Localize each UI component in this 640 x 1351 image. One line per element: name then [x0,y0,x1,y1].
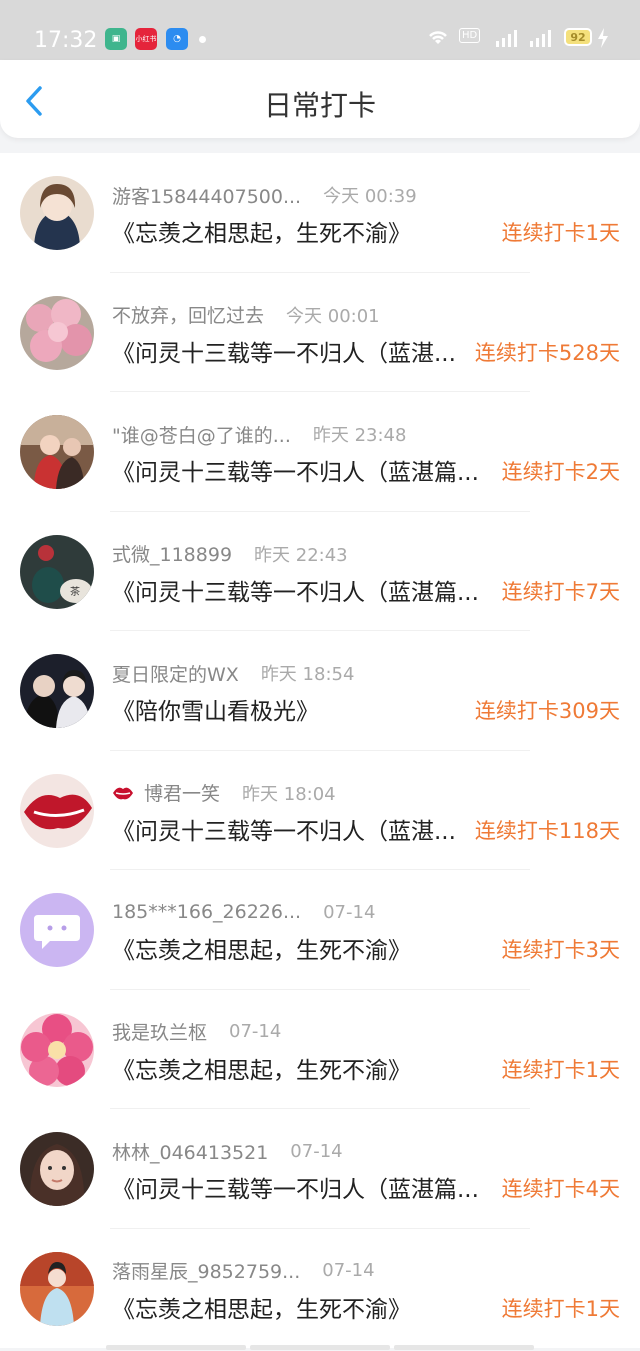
checkin-content[interactable]: 《陪你雪山看极光》 [112,692,319,726]
svg-text:茶: 茶 [70,585,80,598]
checkin-content[interactable]: 《问灵十三载等一不归人（蓝湛... [112,812,456,846]
wifi-icon [426,28,450,50]
user-line: "谁@苍白@了谁的... 昨天 23:48 [112,421,406,447]
timestamp: 07-14 [290,1140,343,1162]
list-item[interactable]: 185***166_26226... 07-14 《忘羡之相思起，生死不渝》 连… [0,870,640,990]
browser-icon: ◔ [166,28,188,50]
avatar[interactable] [20,893,94,967]
avatar[interactable] [20,1012,94,1087]
username[interactable]: 我是玖兰枢 [112,1018,207,1045]
streak-label: 连续打卡528天 [474,340,620,365]
list-item[interactable]: 落雨星辰_9852759... 07-14 《忘羡之相思起，生死不渝》 连续打卡… [0,1229,640,1349]
username[interactable]: 游客15844407500... [112,182,301,209]
user-line: 落雨星辰_9852759... 07-14 [112,1258,375,1284]
status-time: 17:32 [34,28,98,53]
user-line: 式微_118899 昨天 22:43 [112,541,348,567]
bottom-tab-hint [106,1345,246,1350]
page-title: 日常打卡 [263,89,376,122]
streak-label: 连续打卡3天 [501,938,620,962]
checkin-content[interactable]: 《忘羡之相思起，生死不渝》 [112,1290,411,1324]
username[interactable]: 博君一笑 [144,779,220,806]
username[interactable]: 林林_046413521 [112,1138,268,1165]
checkin-content[interactable]: 《问灵十三载等一不归人（蓝湛篇... [112,573,479,607]
signal-icon [494,28,520,52]
xiaohongshu-icon: 小红书 [135,28,157,50]
timestamp: 07-14 [322,1260,375,1281]
streak-label: 连续打卡1天 [501,221,620,245]
username[interactable]: 落雨星辰_9852759... [112,1257,300,1284]
user-line: 不放弃，回忆过去 今天 00:01 [112,302,380,328]
checkin-content[interactable]: 《问灵十三载等一不归人（蓝湛... [112,334,456,368]
notification-dot [199,36,206,43]
timestamp: 07-14 [229,1021,282,1042]
status-bar: 17:32 ▣ 小红书 ◔ HD 92 [0,0,640,60]
timestamp: 昨天 23:48 [312,425,407,446]
avatar[interactable] [20,654,94,728]
avatar[interactable] [20,415,94,489]
list-item[interactable]: 不放弃，回忆过去 今天 00:01 《问灵十三载等一不归人（蓝湛... 连续打卡… [0,273,640,392]
list-item[interactable]: 博君一笑 昨天 18:04 《问灵十三载等一不归人（蓝湛... 连续打卡118天 [0,751,640,870]
streak-label: 连续打卡4天 [501,1177,620,1201]
battery-icon: 92 [564,28,592,46]
app-notification-icon: ▣ [105,28,127,50]
user-line: 林林_046413521 07-14 [112,1138,343,1164]
timestamp: 今天 00:01 [286,305,380,327]
list-item[interactable]: 茶 式微_118899 昨天 22:43 《问灵十三载等一不归人（蓝湛篇... … [0,512,640,631]
avatar[interactable] [20,1251,94,1326]
user-line: 夏日限定的WX 昨天 18:54 [112,660,354,686]
username[interactable]: 185***166_26226... [112,901,301,923]
bottom-tab-hint [250,1345,390,1350]
checkin-content[interactable]: 《忘羡之相思起，生死不渝》 [112,931,411,965]
user-line: 我是玖兰枢 07-14 [112,1019,281,1045]
hd-icon: HD [459,28,481,43]
username[interactable]: 夏日限定的WX [112,660,239,687]
timestamp: 昨天 18:54 [260,664,355,685]
user-line: 185***166_26226... 07-14 [112,899,375,925]
streak-label: 连续打卡1天 [501,1057,620,1082]
signal-2-icon [528,28,554,52]
avatar[interactable] [20,1132,94,1206]
charging-icon [596,28,610,52]
streak-label: 连续打卡118天 [474,818,620,843]
streak-label: 连续打卡309天 [474,699,620,723]
list-item[interactable]: "谁@苍白@了谁的... 昨天 23:48 《问灵十三载等一不归人（蓝湛篇...… [0,392,640,512]
list-item[interactable]: 林林_046413521 07-14 《问灵十三载等一不归人（蓝湛篇... 连续… [0,1109,640,1229]
list-item[interactable]: 我是玖兰枢 07-14 《忘羡之相思起，生死不渝》 连续打卡1天 [0,990,640,1109]
header: 日常打卡 [0,60,640,138]
checkin-content[interactable]: 《问灵十三载等一不归人（蓝湛篇... [112,453,479,487]
username[interactable]: 不放弃，回忆过去 [112,301,264,328]
avatar[interactable] [20,295,94,370]
avatar[interactable] [20,176,94,250]
streak-label: 连续打卡7天 [501,579,620,604]
checkin-content[interactable]: 《忘羡之相思起，生死不渝》 [112,214,411,248]
user-line: 博君一笑 昨天 18:04 [112,780,336,806]
username[interactable]: "谁@苍白@了谁的... [112,421,291,448]
user-line: 游客15844407500... 今天 00:39 [112,182,417,208]
checkin-content[interactable]: 《忘羡之相思起，生死不渝》 [112,1051,411,1085]
avatar[interactable]: 茶 [20,534,94,609]
username[interactable]: 式微_118899 [112,540,232,567]
checkin-content[interactable]: 《问灵十三载等一不归人（蓝湛篇... [112,1170,479,1204]
streak-label: 连续打卡2天 [501,460,620,484]
timestamp: 昨天 22:43 [254,544,348,566]
checkin-list: 游客15844407500... 今天 00:39 《忘羡之相思起，生死不渝》 … [0,153,640,1348]
bottom-tab-hint [394,1345,534,1350]
list-item[interactable]: 夏日限定的WX 昨天 18:54 《陪你雪山看极光》 连续打卡309天 [0,631,640,751]
timestamp: 07-14 [323,901,376,923]
timestamp: 今天 00:39 [323,186,417,207]
lips-badge-icon [112,782,134,804]
timestamp: 昨天 18:04 [242,783,336,805]
list-item[interactable]: 游客15844407500... 今天 00:39 《忘羡之相思起，生死不渝》 … [0,153,640,273]
streak-label: 连续打卡1天 [501,1296,620,1321]
avatar[interactable] [20,773,94,848]
